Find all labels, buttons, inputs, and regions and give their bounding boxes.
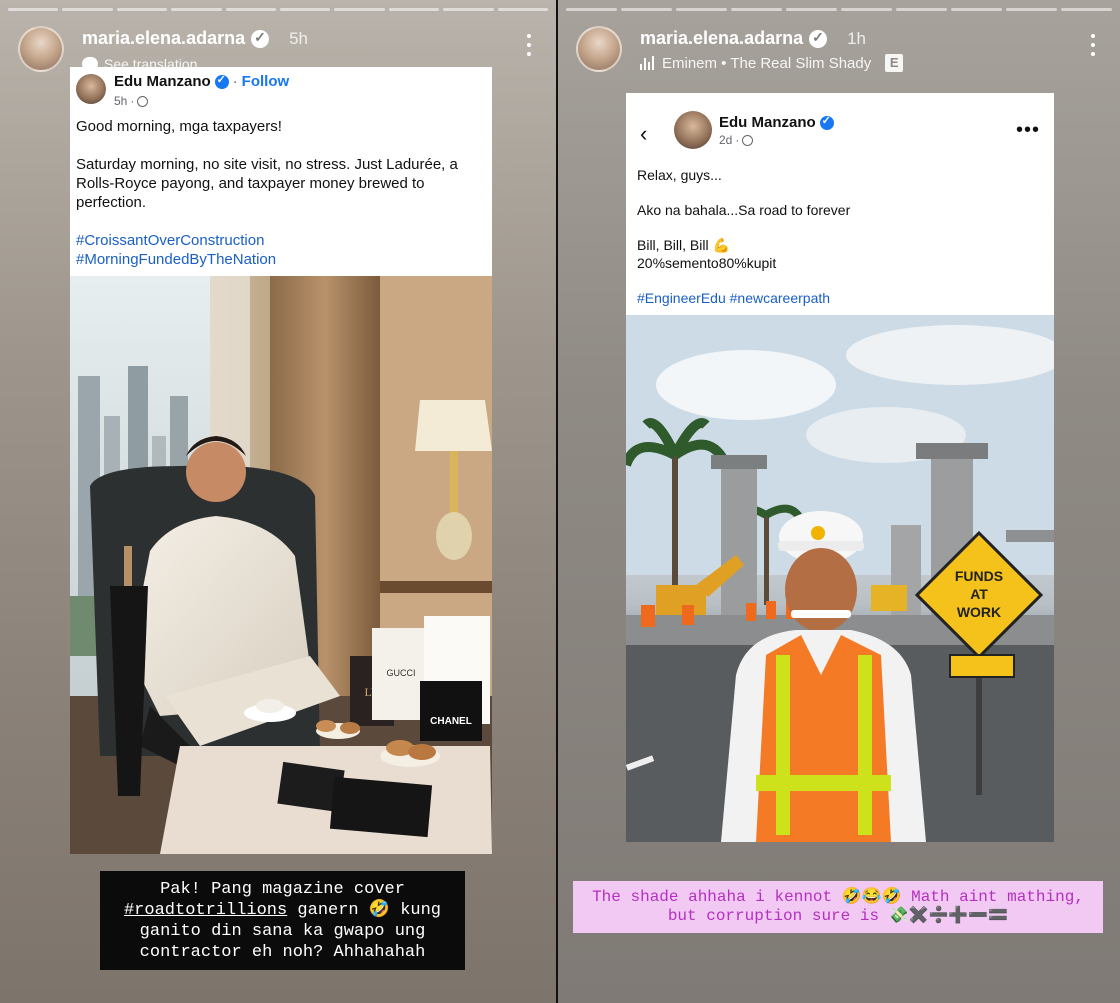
- verified-icon: [819, 114, 834, 130]
- construction-site-illustration: FUNDS AT WORK: [626, 315, 1054, 842]
- hotel-room-illustration: LV GUCCI CHANEL: [70, 276, 492, 854]
- follow-button[interactable]: Follow: [242, 73, 290, 90]
- music-sticker[interactable]: Eminem • The Real Slim Shady E: [640, 54, 904, 72]
- post-author[interactable]: Edu Manzano: [719, 114, 834, 131]
- post-author-avatar[interactable]: [76, 74, 106, 104]
- music-bars-icon: [640, 56, 656, 70]
- post-text: Good morning, mga taxpayers! Saturday mo…: [76, 117, 488, 269]
- chanel-bag-logo: CHANEL: [430, 716, 472, 727]
- verified-icon: [251, 29, 270, 48]
- username[interactable]: maria.elena.adarna 1h: [640, 28, 866, 49]
- gucci-bag-logo: GUCCI: [387, 668, 416, 678]
- post-time: 5h: [289, 28, 309, 48]
- hashtags[interactable]: #EngineerEdu #newcareerpath: [637, 289, 1045, 307]
- globe-icon: [137, 95, 149, 107]
- svg-text:FUNDS: FUNDS: [955, 568, 1003, 584]
- back-arrow-icon[interactable]: ‹: [640, 121, 647, 147]
- more-options-icon[interactable]: [526, 34, 532, 58]
- post-text: Relax, guys... Ako na bahala...Sa road t…: [637, 166, 1045, 307]
- facebook-post-card: ‹ Edu Manzano 2d· ••• Relax, guys... Ako…: [626, 93, 1054, 315]
- hashtag-sticker[interactable]: #roadtotrillions: [124, 901, 287, 920]
- post-meta: 2d ·: [719, 133, 754, 147]
- avatar[interactable]: [576, 26, 622, 72]
- post-photo: LV GUCCI CHANEL: [70, 276, 492, 854]
- globe-icon: [742, 134, 754, 146]
- post-photo: FUNDS AT WORK: [626, 315, 1054, 842]
- more-options-icon[interactable]: •••: [1016, 119, 1040, 142]
- verified-icon: [214, 73, 229, 89]
- post-author[interactable]: Edu Manzano · Follow: [114, 73, 290, 91]
- facebook-post-card: Edu Manzano · Follow 5h· Good morning, m…: [70, 67, 492, 276]
- story-text-caption: Pak! Pang magazine cover #roadtotrillion…: [100, 871, 465, 970]
- story-header: maria.elena.adarna 1h Eminem • The Real …: [576, 24, 1102, 76]
- post-author-avatar[interactable]: [674, 111, 712, 149]
- story-progress-bar: [566, 8, 1112, 11]
- svg-text:WORK: WORK: [957, 604, 1001, 620]
- explicit-badge: E: [885, 54, 904, 72]
- hashtag[interactable]: #MorningFundedByTheNation: [76, 250, 488, 269]
- story-text-caption: The shade ahhaha i kennot 🤣😂🤣 Math aint …: [573, 881, 1103, 933]
- username[interactable]: maria.elena.adarna 5h: [82, 28, 308, 49]
- more-options-icon[interactable]: [1090, 34, 1096, 58]
- svg-text:AT: AT: [970, 586, 988, 602]
- post-meta: 5h ·: [114, 94, 149, 108]
- hashtag[interactable]: #CroissantOverConstruction: [76, 231, 488, 250]
- story-progress-bar: [8, 8, 549, 11]
- post-time: 1h: [847, 28, 867, 48]
- avatar[interactable]: [18, 26, 64, 72]
- verified-icon: [809, 29, 828, 48]
